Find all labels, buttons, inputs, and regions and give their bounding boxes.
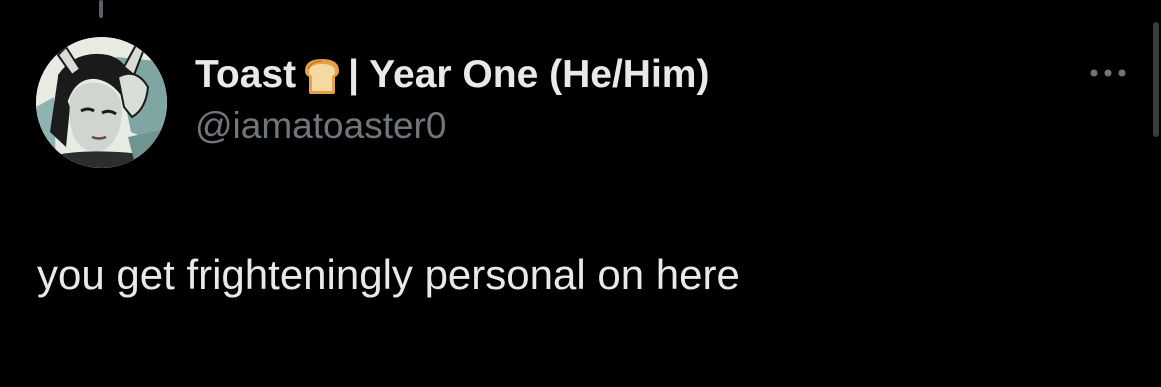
more-horizontal-icon (1090, 69, 1126, 77)
display-name-suffix: | Year One (He/Him) (348, 53, 710, 96)
tweet-text: you get frighteningly personal on here (37, 251, 740, 298)
display-name[interactable]: Toast (195, 52, 296, 98)
thread-connector-line (99, 0, 103, 18)
avatar[interactable] (36, 37, 167, 168)
more-options-button[interactable] (1083, 55, 1133, 91)
tweet-header: Toast | Year One (He/Him) @iamatoaster0 (195, 52, 1075, 148)
bread-emoji-icon (300, 53, 344, 97)
scrollbar-thumb[interactable] (1153, 22, 1159, 137)
display-name-row[interactable]: Toast | Year One (He/Him) (195, 52, 1075, 98)
user-handle[interactable]: @iamatoaster0 (195, 104, 1075, 148)
avatar-illustration (36, 37, 167, 168)
